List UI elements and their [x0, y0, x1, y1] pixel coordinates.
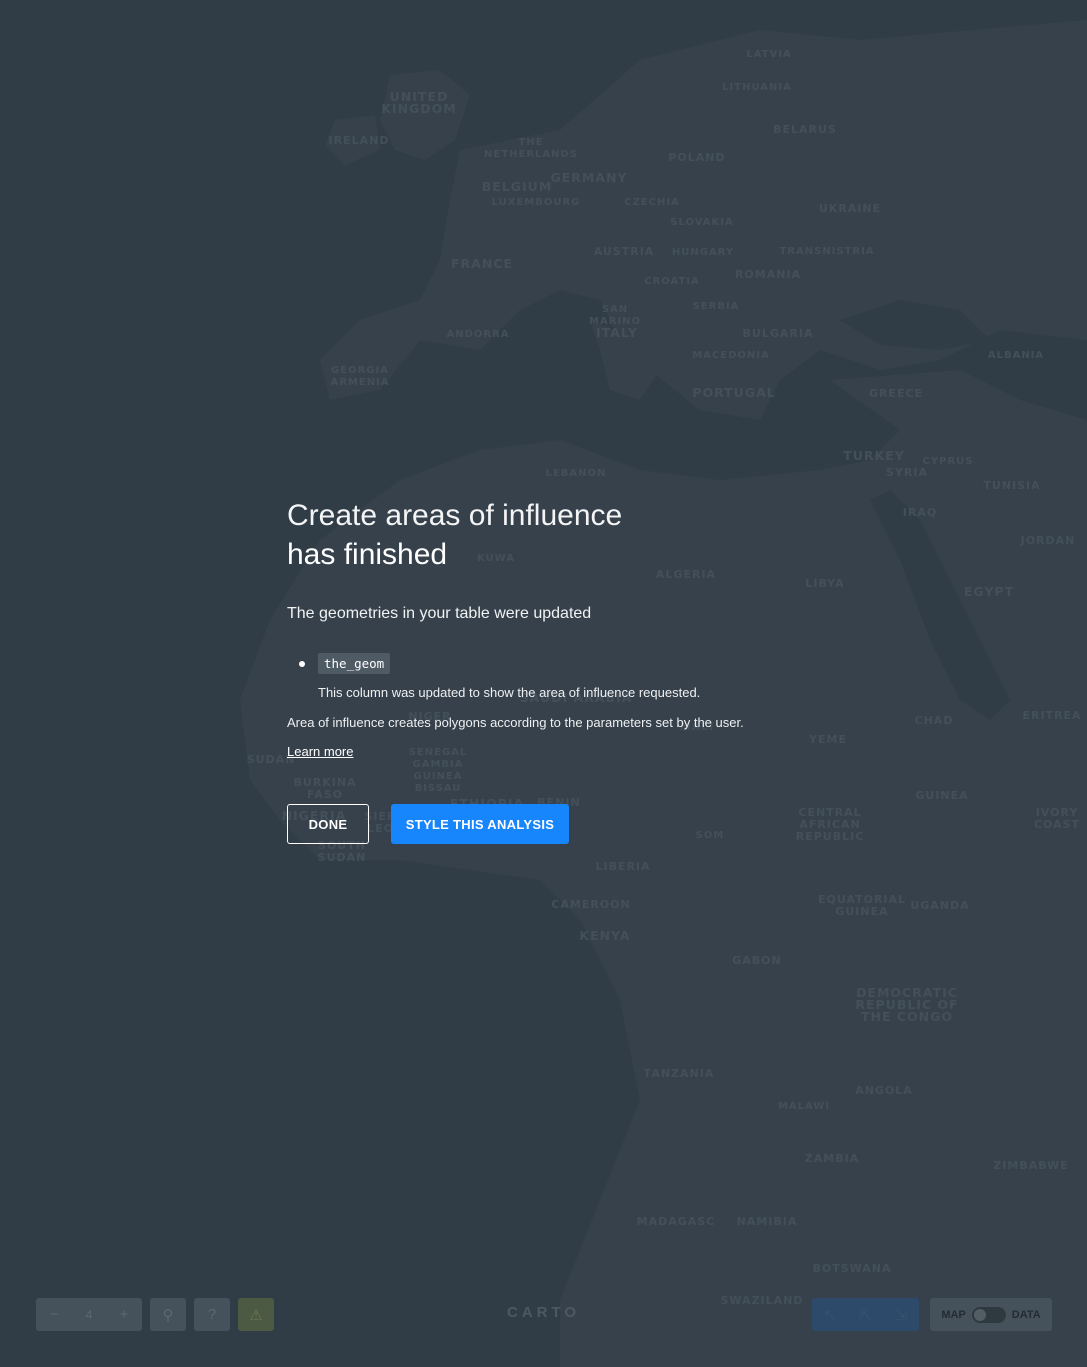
analysis-finished-dialog: Create areas of influence has finished T…	[287, 496, 827, 844]
help-button[interactable]: ?	[194, 1298, 230, 1331]
analysis-description: Area of influence creates polygons accor…	[287, 715, 744, 730]
carto-logo: CARTO	[507, 1304, 581, 1321]
search-button[interactable]: ⚲	[150, 1298, 186, 1331]
dialog-title-line1: Create areas of influence	[287, 499, 623, 532]
data-toggle-label: DATA	[1011, 1308, 1041, 1321]
map-toggle-label: MAP	[941, 1308, 966, 1321]
zoom-level: 4	[85, 1307, 93, 1322]
zoom-out-button[interactable]: −	[50, 1306, 59, 1323]
style-analysis-button[interactable]: STYLE THIS ANALYSIS	[391, 804, 569, 844]
updated-column-item: the_geom	[299, 653, 827, 674]
column-name: the_geom	[318, 653, 391, 674]
dialog-subtitle: The geometries in your table were update…	[287, 605, 592, 622]
view-toggle-switch[interactable]	[971, 1306, 1006, 1323]
help-icon: ?	[207, 1306, 217, 1323]
done-button[interactable]: DONE	[287, 804, 369, 844]
layer-tools: ↖ ⇱ ⇲	[812, 1298, 919, 1331]
column-description: This column was updated to show the area…	[318, 685, 701, 700]
expand-icon[interactable]: ⇲	[895, 1306, 908, 1324]
bullet-icon	[299, 660, 305, 667]
zoom-control: − 4 +	[36, 1298, 142, 1331]
warning-button[interactable]: ⚠	[238, 1298, 274, 1331]
learn-more-link[interactable]: Learn more	[287, 744, 353, 759]
map-data-toggle: MAP DATA	[930, 1298, 1052, 1331]
dialog-actions: DONE STYLE THIS ANALYSIS	[287, 804, 827, 844]
warning-icon: ⚠	[249, 1306, 263, 1324]
zoom-in-button[interactable]: +	[120, 1306, 129, 1323]
pointer-icon[interactable]: ↖	[824, 1306, 837, 1324]
dialog-title-line2: has finished	[287, 538, 448, 571]
draw-icon[interactable]: ⇱	[859, 1306, 872, 1324]
search-icon: ⚲	[162, 1306, 174, 1324]
